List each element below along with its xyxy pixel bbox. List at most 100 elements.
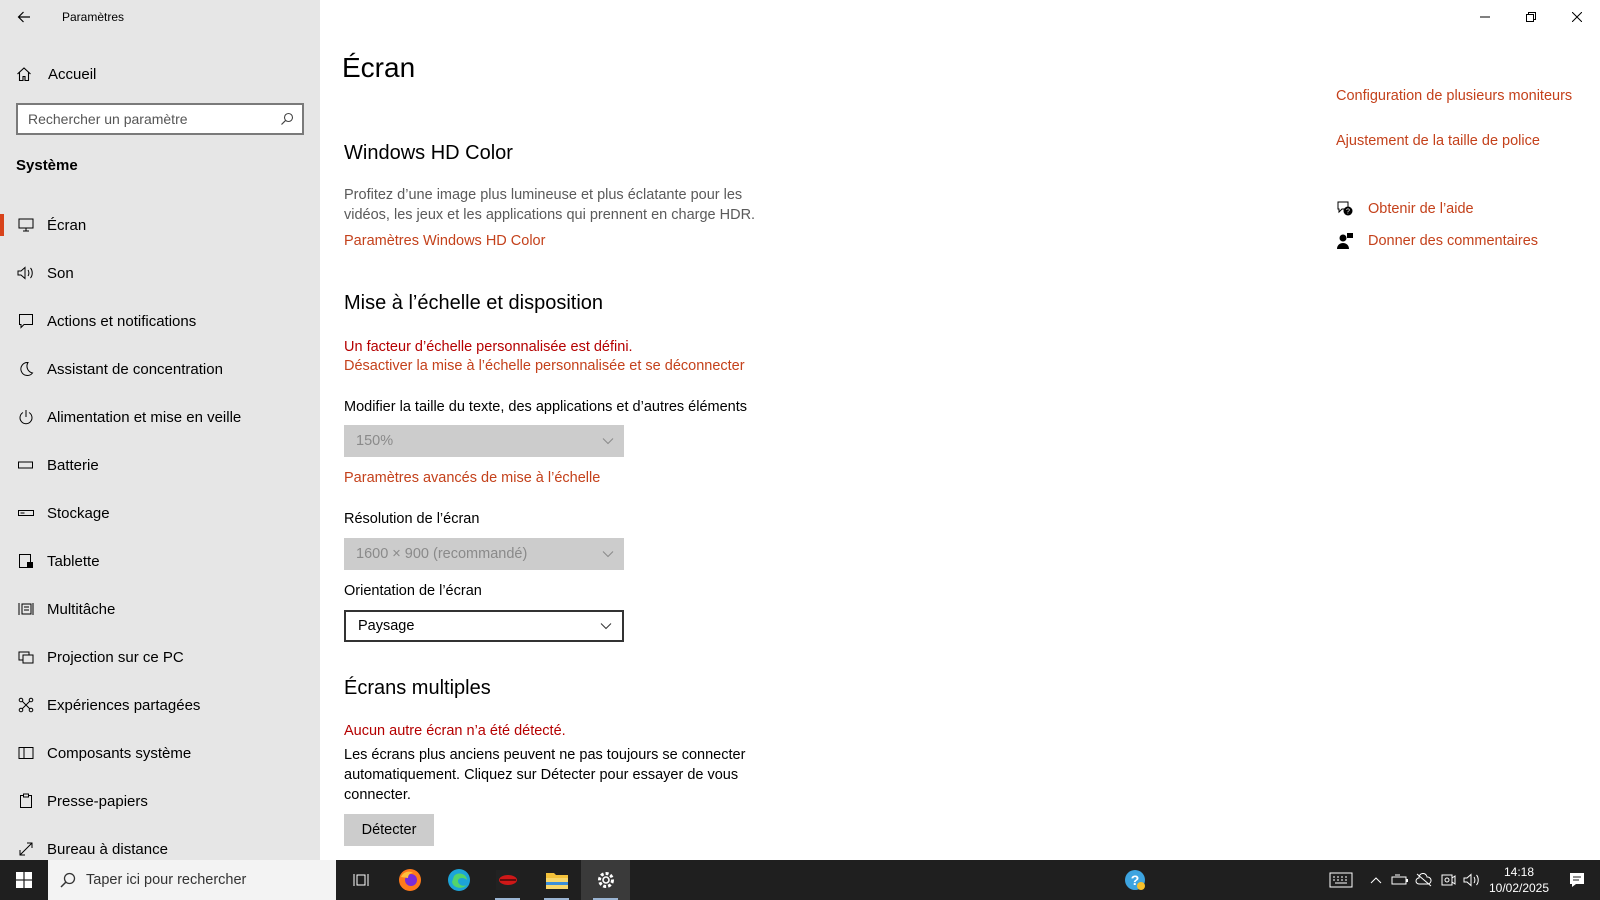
- multi-display-heading: Écrans multiples: [344, 677, 491, 699]
- sidebar-item-label: Projection sur ce PC: [47, 648, 184, 666]
- clock-date: 10/02/2025: [1488, 881, 1550, 895]
- multi-monitor-link[interactable]: Configuration de plusieurs moniteurs: [1336, 86, 1576, 107]
- taskbar-settings[interactable]: [581, 860, 630, 900]
- sidebar-item-experiences[interactable]: Expériences partagées: [0, 681, 320, 729]
- start-button[interactable]: [0, 860, 48, 900]
- back-arrow-icon: [17, 11, 30, 23]
- folder-icon: [545, 873, 568, 889]
- home-link[interactable]: Accueil: [0, 54, 320, 94]
- resolution-value: 1600 × 900 (recommandé): [356, 546, 528, 562]
- sidebar-item-label: Presse-papiers: [47, 792, 148, 810]
- volume-tray-button[interactable]: [1460, 860, 1484, 900]
- firefox-icon: [398, 869, 421, 891]
- lips-app-icon: [495, 870, 520, 890]
- sidebar-item-alimentation[interactable]: Alimentation et mise en veille: [0, 393, 320, 441]
- scale-dropdown[interactable]: 150%: [344, 425, 624, 457]
- action-center-button[interactable]: [1554, 860, 1600, 900]
- keyboard-icon: [1329, 872, 1353, 888]
- font-size-link[interactable]: Ajustement de la taille de police: [1336, 133, 1540, 149]
- chevron-down-icon: [602, 438, 614, 445]
- sidebar-item-presse-papiers[interactable]: Presse-papiers: [0, 777, 320, 825]
- clock-time: 14:18: [1503, 865, 1535, 879]
- show-hidden-icons-button[interactable]: [1364, 860, 1388, 900]
- sidebar-item-tablette[interactable]: Tablette: [0, 537, 320, 585]
- advanced-scale-link[interactable]: Paramètres avancés de mise à l’échelle: [344, 470, 600, 486]
- hd-color-heading: Windows HD Color: [344, 142, 513, 164]
- feedback-link: Donner des commentaires: [1368, 233, 1539, 249]
- keyboard-layout-button[interactable]: [1318, 860, 1364, 900]
- orientation-label: Orientation de l’écran: [344, 583, 482, 599]
- sidebar-item-label: Expériences partagées: [47, 696, 201, 714]
- scale-value: 150%: [356, 433, 394, 449]
- settings-search-input[interactable]: Rechercher un paramètre: [16, 103, 304, 135]
- back-button[interactable]: [0, 0, 48, 34]
- chevron-down-icon: [600, 623, 612, 630]
- sidebar-item-projection[interactable]: Projection sur ce PC: [0, 633, 320, 681]
- sidebar-item-label: Stockage: [47, 504, 110, 522]
- taskbar-file-explorer[interactable]: [532, 860, 581, 900]
- sidebar-item-label: Multitâche: [47, 600, 116, 618]
- sidebar-item-label: Assistant de concentration: [47, 360, 223, 378]
- hd-color-description: Profitez d’une image plus lumineuse et p…: [344, 187, 756, 223]
- sidebar-item-label: Actions et notifications: [47, 312, 197, 330]
- sidebar-item-batterie[interactable]: Batterie: [0, 441, 320, 489]
- section-label: Système: [16, 157, 78, 174]
- feedback-item[interactable]: Donner des commentaires: [1336, 232, 1538, 250]
- main-panel: Écran Windows HD Color Profitez d’une im…: [320, 0, 1600, 860]
- multi-display-warning: Aucun autre écran n’a été détecté.: [344, 723, 566, 739]
- taskbar-edge[interactable]: [434, 860, 483, 900]
- sidebar-item-label: Alimentation et mise en veille: [47, 408, 242, 426]
- sidebar-item-multitache[interactable]: Multitâche: [0, 585, 320, 633]
- close-button[interactable]: [1554, 0, 1600, 34]
- sidebar-nav: Écran Son Actions et notifications Assis…: [0, 201, 320, 860]
- power-icon: [16, 409, 36, 425]
- multitask-icon: [16, 601, 36, 617]
- sidebar-item-son[interactable]: Son: [0, 249, 320, 297]
- tablet-icon: [16, 553, 36, 569]
- gear-icon: [597, 872, 614, 888]
- camera-icon: [1441, 874, 1456, 886]
- sidebar-item-concentration[interactable]: Assistant de concentration: [0, 345, 320, 393]
- sidebar-item-notifications[interactable]: Actions et notifications: [0, 297, 320, 345]
- search-placeholder: Rechercher un paramètre: [28, 111, 188, 127]
- sidebar-item-label: Bureau à distance: [47, 840, 168, 858]
- restore-button[interactable]: [1508, 0, 1554, 34]
- sidebar-item-bureau-distance[interactable]: Bureau à distance: [0, 825, 320, 860]
- system-tray: 14:18 10/02/2025: [1318, 860, 1600, 900]
- hd-color-settings-link[interactable]: Paramètres Windows HD Color: [344, 233, 545, 249]
- taskbar-firefox[interactable]: [385, 860, 434, 900]
- orientation-dropdown[interactable]: Paysage: [344, 610, 624, 642]
- taskbar-search-input[interactable]: Taper ici pour rechercher: [48, 860, 336, 900]
- feedback-person-icon: [1337, 233, 1353, 249]
- minimize-button[interactable]: [1462, 0, 1508, 34]
- sidebar-item-stockage[interactable]: Stockage: [0, 489, 320, 537]
- clock[interactable]: 14:18 10/02/2025: [1484, 860, 1554, 900]
- remote-desktop-icon: [16, 841, 36, 857]
- detect-button[interactable]: Détecter: [344, 814, 434, 846]
- resolution-dropdown[interactable]: 1600 × 900 (recommandé): [344, 538, 624, 570]
- disable-custom-scale-link[interactable]: Désactiver la mise à l’échelle personnal…: [344, 358, 745, 374]
- network-tray-button[interactable]: [1412, 860, 1436, 900]
- task-view-button[interactable]: [336, 860, 385, 900]
- battery-tray-button[interactable]: [1388, 860, 1412, 900]
- clipboard-icon: [16, 793, 36, 809]
- taskbar-app-red[interactable]: [483, 860, 532, 900]
- home-label: Accueil: [48, 65, 97, 83]
- sidebar-item-composants[interactable]: Composants système: [0, 729, 320, 777]
- taskbar-help-app[interactable]: ?: [1110, 860, 1159, 900]
- sidebar-item-label: Batterie: [47, 456, 99, 474]
- page-title: Écran: [342, 52, 416, 83]
- sidebar-item-label: Composants système: [47, 744, 192, 762]
- sidebar-item-ecran[interactable]: Écran: [0, 201, 320, 249]
- speaker-icon: [16, 266, 36, 280]
- app-title: Paramètres: [62, 10, 125, 24]
- chevron-down-icon: [602, 551, 614, 558]
- window-controls: [1462, 0, 1600, 34]
- multi-display-description: Les écrans plus anciens peuvent ne pas t…: [344, 747, 746, 803]
- home-icon: [16, 66, 36, 82]
- notification-icon: [1570, 873, 1584, 887]
- meet-now-tray-button[interactable]: [1436, 860, 1460, 900]
- get-help-item[interactable]: ? Obtenir de l’aide: [1336, 200, 1474, 218]
- battery-icon: [1391, 874, 1408, 885]
- search-icon: [60, 872, 76, 888]
